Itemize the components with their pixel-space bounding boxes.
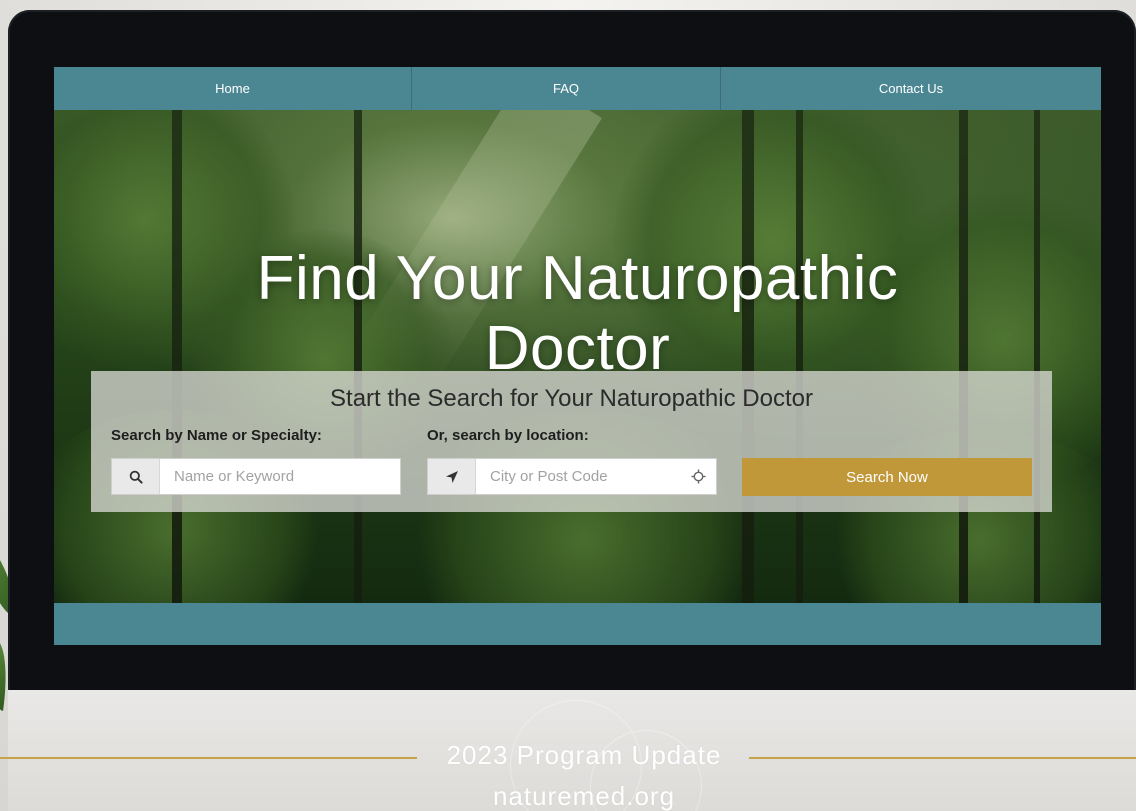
- scene: Home FAQ Contact Us Find Your Naturopath…: [0, 0, 1136, 811]
- location-arrow-icon-svg: [445, 470, 458, 483]
- name-search-label: Search by Name or Specialty:: [111, 427, 322, 444]
- search-panel-title: Start the Search for Your Naturopathic D…: [330, 385, 813, 412]
- top-nav: Home FAQ Contact Us: [54, 67, 1101, 110]
- hero-banner: Find Your Naturopathic Doctor Start the …: [54, 110, 1101, 603]
- search-icon: [112, 459, 160, 494]
- caption-website: naturemed.org: [492, 781, 676, 811]
- footer-bar: [54, 603, 1101, 645]
- name-keyword-input[interactable]: [160, 459, 400, 494]
- nav-faq[interactable]: FAQ: [412, 67, 721, 110]
- website-screen: Home FAQ Contact Us Find Your Naturopath…: [54, 67, 1101, 645]
- city-postcode-input[interactable]: [476, 459, 680, 494]
- nav-contact-us[interactable]: Contact Us: [721, 67, 1101, 110]
- crosshair-icon[interactable]: [680, 459, 716, 494]
- search-now-button[interactable]: Search Now: [742, 458, 1032, 496]
- location-arrow-icon: [428, 459, 476, 494]
- nav-home[interactable]: Home: [54, 67, 412, 110]
- hero-title-line1: Find Your Naturopathic: [256, 243, 899, 313]
- caption-title: 2023 Program Update: [446, 740, 722, 770]
- search-panel: Start the Search for Your Naturopathic D…: [91, 371, 1052, 512]
- crosshair-icon-svg: [690, 469, 706, 484]
- hero-title: Find Your Naturopathic Doctor: [54, 244, 1101, 384]
- search-icon-svg: [129, 470, 143, 484]
- name-search-group: [111, 458, 401, 495]
- location-search-label: Or, search by location:: [427, 427, 589, 444]
- location-search-group: [427, 458, 717, 495]
